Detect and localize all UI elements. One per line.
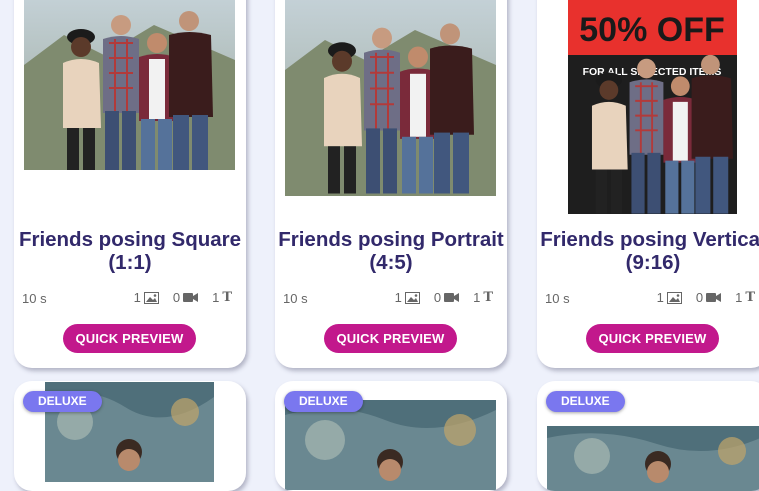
text-icon: T	[222, 290, 232, 305]
template-thumbnail[interactable]	[285, 400, 496, 490]
banner-big-text: 50% OFF	[579, 11, 724, 49]
text-icon: T	[483, 290, 493, 305]
text-icon: T	[745, 290, 755, 305]
portrait-photo-icon	[285, 400, 496, 490]
quick-preview-button[interactable]: QUICK PREVIEW	[63, 324, 196, 353]
video-camera-icon	[444, 293, 460, 302]
template-thumbnail[interactable]	[285, 0, 496, 196]
group-photo-icon	[285, 0, 496, 196]
image-icon	[666, 291, 682, 304]
template-card-vertical[interactable]: 50% OFF FOR ALL SELECTED ITEMS Friends p…	[537, 0, 759, 368]
group-photo-sale-banner-icon: 50% OFF FOR ALL SELECTED ITEMS	[568, 0, 737, 214]
template-title: Friends posing Square (1:1)	[18, 228, 242, 274]
image-icon	[404, 291, 420, 304]
video-camera-icon	[706, 293, 722, 302]
image-icon	[143, 291, 159, 304]
duration-label: 10 s	[22, 291, 47, 306]
template-thumbnail[interactable]	[24, 0, 235, 170]
template-title: Friends posing Vertical (9:16)	[540, 228, 759, 274]
template-title: Friends posing Portrait (4:5)	[278, 228, 504, 274]
duration-label: 10 s	[283, 291, 308, 306]
deluxe-template-card[interactable]: DELUXE	[275, 381, 507, 491]
portrait-photo-icon	[547, 426, 759, 491]
template-thumbnail[interactable]	[547, 426, 759, 491]
quick-preview-button[interactable]: QUICK PREVIEW	[324, 324, 457, 353]
duration-label: 10 s	[545, 291, 570, 306]
deluxe-template-card[interactable]: DELUXE	[537, 381, 759, 491]
video-camera-icon	[183, 293, 199, 302]
quick-preview-button[interactable]: QUICK PREVIEW	[586, 324, 719, 353]
deluxe-badge: DELUXE	[546, 391, 625, 412]
deluxe-template-card[interactable]: DELUXE	[14, 381, 246, 491]
template-thumbnail[interactable]: 50% OFF FOR ALL SELECTED ITEMS	[568, 0, 737, 214]
deluxe-badge: DELUXE	[23, 391, 102, 412]
group-photo-icon	[24, 0, 235, 170]
asset-counts: 1 0 1 T	[394, 290, 493, 305]
asset-counts: 1 0 1 T	[656, 290, 755, 305]
template-card-square[interactable]: Friends posing Square (1:1) 10 s 1 0 1 T…	[14, 0, 246, 368]
template-card-portrait[interactable]: Friends posing Portrait (4:5) 10 s 1 0 1…	[275, 0, 507, 368]
asset-counts: 1 0 1 T	[133, 290, 232, 305]
deluxe-badge: DELUXE	[284, 391, 363, 412]
